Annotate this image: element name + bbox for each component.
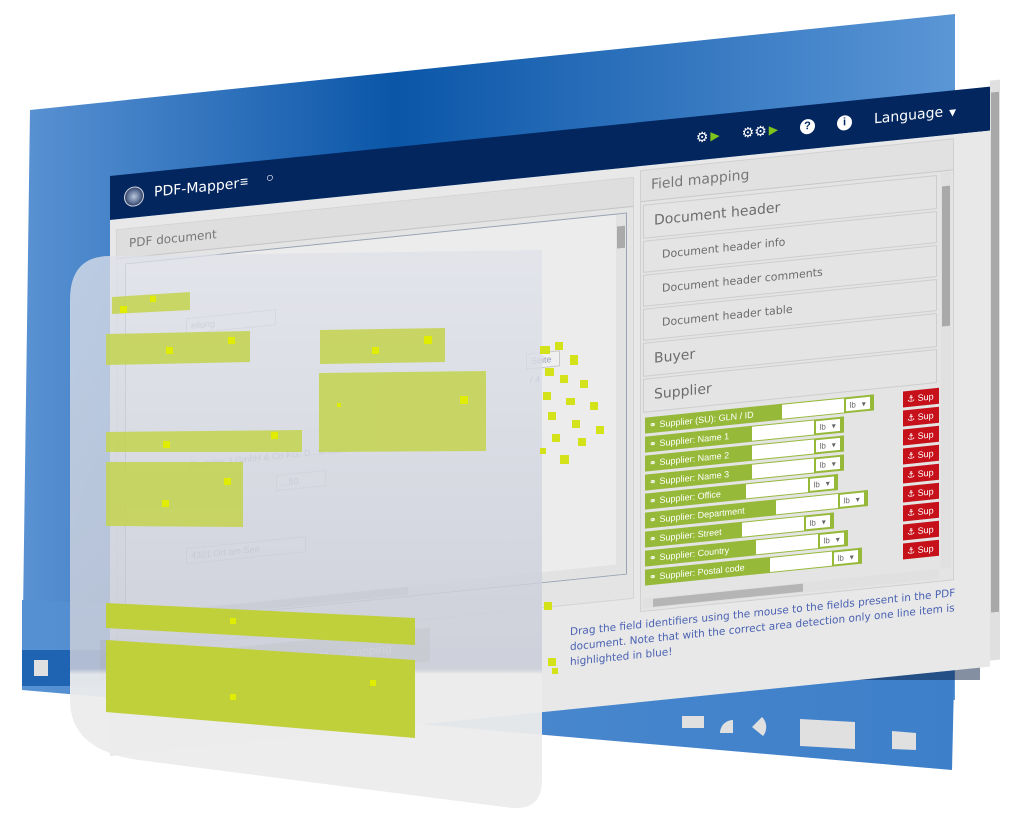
unit-select[interactable]: lb ▾: [809, 476, 834, 491]
anchor-icon: ⚓: [907, 411, 916, 423]
link-icon: ⚭: [649, 456, 657, 468]
brand-name[interactable]: PDF-Mapper: [154, 176, 239, 201]
info-circle-icon: i: [836, 114, 852, 131]
anchor-button[interactable]: ⚓ Sup: [903, 405, 939, 427]
anchor-icon: ⚓: [907, 392, 916, 404]
anchor-button[interactable]: ⚓ Sup: [903, 519, 939, 541]
anchor-label: Sup: [917, 486, 934, 498]
anchor-icon: ⚓: [907, 525, 916, 537]
link-icon: ⚭: [649, 570, 657, 582]
language-dropdown[interactable]: Language ▼: [874, 103, 956, 127]
unit-value: lb: [823, 535, 830, 546]
anchor-button[interactable]: ⚓ Sup: [903, 424, 939, 446]
gear-icon: ⚙: [695, 127, 709, 145]
anchor-label: Sup: [917, 410, 934, 422]
scrollbar-thumb[interactable]: [617, 225, 625, 249]
anchor-label: Sup: [917, 505, 934, 517]
field-mapping-list: Document header Document header info Doc…: [641, 173, 939, 599]
anchor-button[interactable]: ⚓ Sup: [903, 538, 939, 560]
anchor-button[interactable]: ⚓ Sup: [903, 500, 939, 522]
anchor-label: Sup: [917, 467, 934, 479]
anchor-icon: ⚓: [907, 449, 916, 461]
link-icon: ⚭: [649, 418, 657, 430]
gear-play-button[interactable]: ⚙ ▶: [696, 127, 720, 146]
unit-select[interactable]: lb ▾: [805, 514, 830, 530]
unit-select[interactable]: lb ▾: [815, 437, 840, 453]
caret-down-icon: ▾: [849, 551, 854, 562]
anchor-button[interactable]: ⚓ Sup: [903, 462, 939, 484]
unit-select[interactable]: lb ▾: [815, 418, 840, 434]
brand-logo-icon: [124, 185, 144, 208]
unit-value: lb: [819, 421, 826, 432]
gears-play-button[interactable]: ⚙⚙ ▶: [742, 121, 778, 142]
unit-select[interactable]: lb ▾: [845, 396, 870, 412]
anchor-icon: ⚓: [907, 468, 916, 480]
unit-select[interactable]: lb ▾: [833, 550, 858, 565]
link-icon: ⚭: [649, 551, 657, 563]
anchor-label: Sup: [917, 543, 934, 555]
unit-value: lb: [819, 459, 826, 470]
unit-value: lb: [837, 552, 844, 563]
unit-value: lb: [843, 495, 850, 505]
help-button[interactable]: ?: [799, 117, 815, 135]
caret-down-icon: ▼: [949, 108, 956, 119]
unit-value: lb: [809, 517, 816, 528]
anchor-label: Sup: [917, 524, 934, 536]
anchor-button[interactable]: ⚓ Sup: [903, 443, 939, 465]
anchor-label: Sup: [917, 448, 934, 460]
anchor-label: Sup: [917, 391, 934, 403]
anchor-label: Sup: [917, 429, 934, 441]
link-icon: ⚭: [649, 437, 657, 449]
scrollbar-thumb[interactable]: [942, 185, 950, 327]
caret-down-icon: ▾: [861, 398, 866, 409]
unit-value: lb: [849, 399, 856, 410]
gears-icon: ⚙⚙: [741, 121, 767, 141]
link-icon: ⚭: [649, 532, 657, 544]
unit-select[interactable]: lb ▾: [839, 492, 864, 507]
language-label: Language: [873, 104, 944, 128]
question-circle-icon: ?: [799, 117, 815, 135]
pdf-vertical-scrollbar[interactable]: [616, 213, 626, 575]
anchor-icon: ⚓: [907, 430, 916, 442]
anchor-button[interactable]: ⚓ Sup: [903, 481, 939, 503]
unit-select[interactable]: lb ▾: [819, 532, 844, 547]
play-icon: ▶: [768, 122, 778, 138]
caret-down-icon: ▾: [835, 534, 840, 544]
caret-down-icon: ▾: [821, 516, 826, 527]
unit-value: lb: [813, 479, 820, 490]
field-mapping-vertical-scrollbar[interactable]: [941, 171, 951, 569]
caret-down-icon: ▾: [831, 458, 836, 469]
caret-down-icon: ▾: [831, 420, 836, 431]
info-button[interactable]: i: [836, 114, 852, 131]
anchor-icon: ⚓: [907, 544, 916, 556]
field-label: Supplier: Street: [659, 526, 722, 544]
anchor-button[interactable]: ⚓ Sup: [903, 386, 939, 408]
play-icon: ▶: [710, 128, 720, 144]
supplier-field-rows: ⚭ Supplier (SU): GLN / ID lb ▾ ⚓ Sup ⚭ Supplie…: [641, 386, 939, 588]
decorative-glass-card: [66, 250, 542, 810]
anchor-icon: ⚓: [907, 487, 916, 499]
unit-select[interactable]: lb ▾: [815, 456, 840, 472]
caret-down-icon: ▾: [831, 439, 836, 450]
unit-value: lb: [819, 440, 826, 451]
link-icon: ⚭: [649, 475, 657, 487]
menu-icon[interactable]: ≡: [240, 173, 248, 190]
deco-rect: [682, 716, 704, 728]
caret-down-icon: ▾: [855, 494, 860, 504]
link-icon: ⚭: [649, 494, 657, 506]
anchor-icon: ⚓: [907, 506, 916, 518]
caret-down-icon: ▾: [825, 478, 830, 488]
hero-illustration: PDF-Mapper ≡ ○ ⚙ ▶ ⚙⚙ ▶ ? i Language ▼ PDF …: [0, 0, 1024, 819]
chat-icon[interactable]: ○: [266, 169, 274, 185]
link-icon: ⚭: [649, 513, 657, 525]
field-mapping-panel: Field mapping Document header Document h…: [640, 138, 954, 613]
window-vertical-scrollbar[interactable]: [990, 79, 1000, 661]
scrollbar-thumb[interactable]: [991, 91, 999, 613]
